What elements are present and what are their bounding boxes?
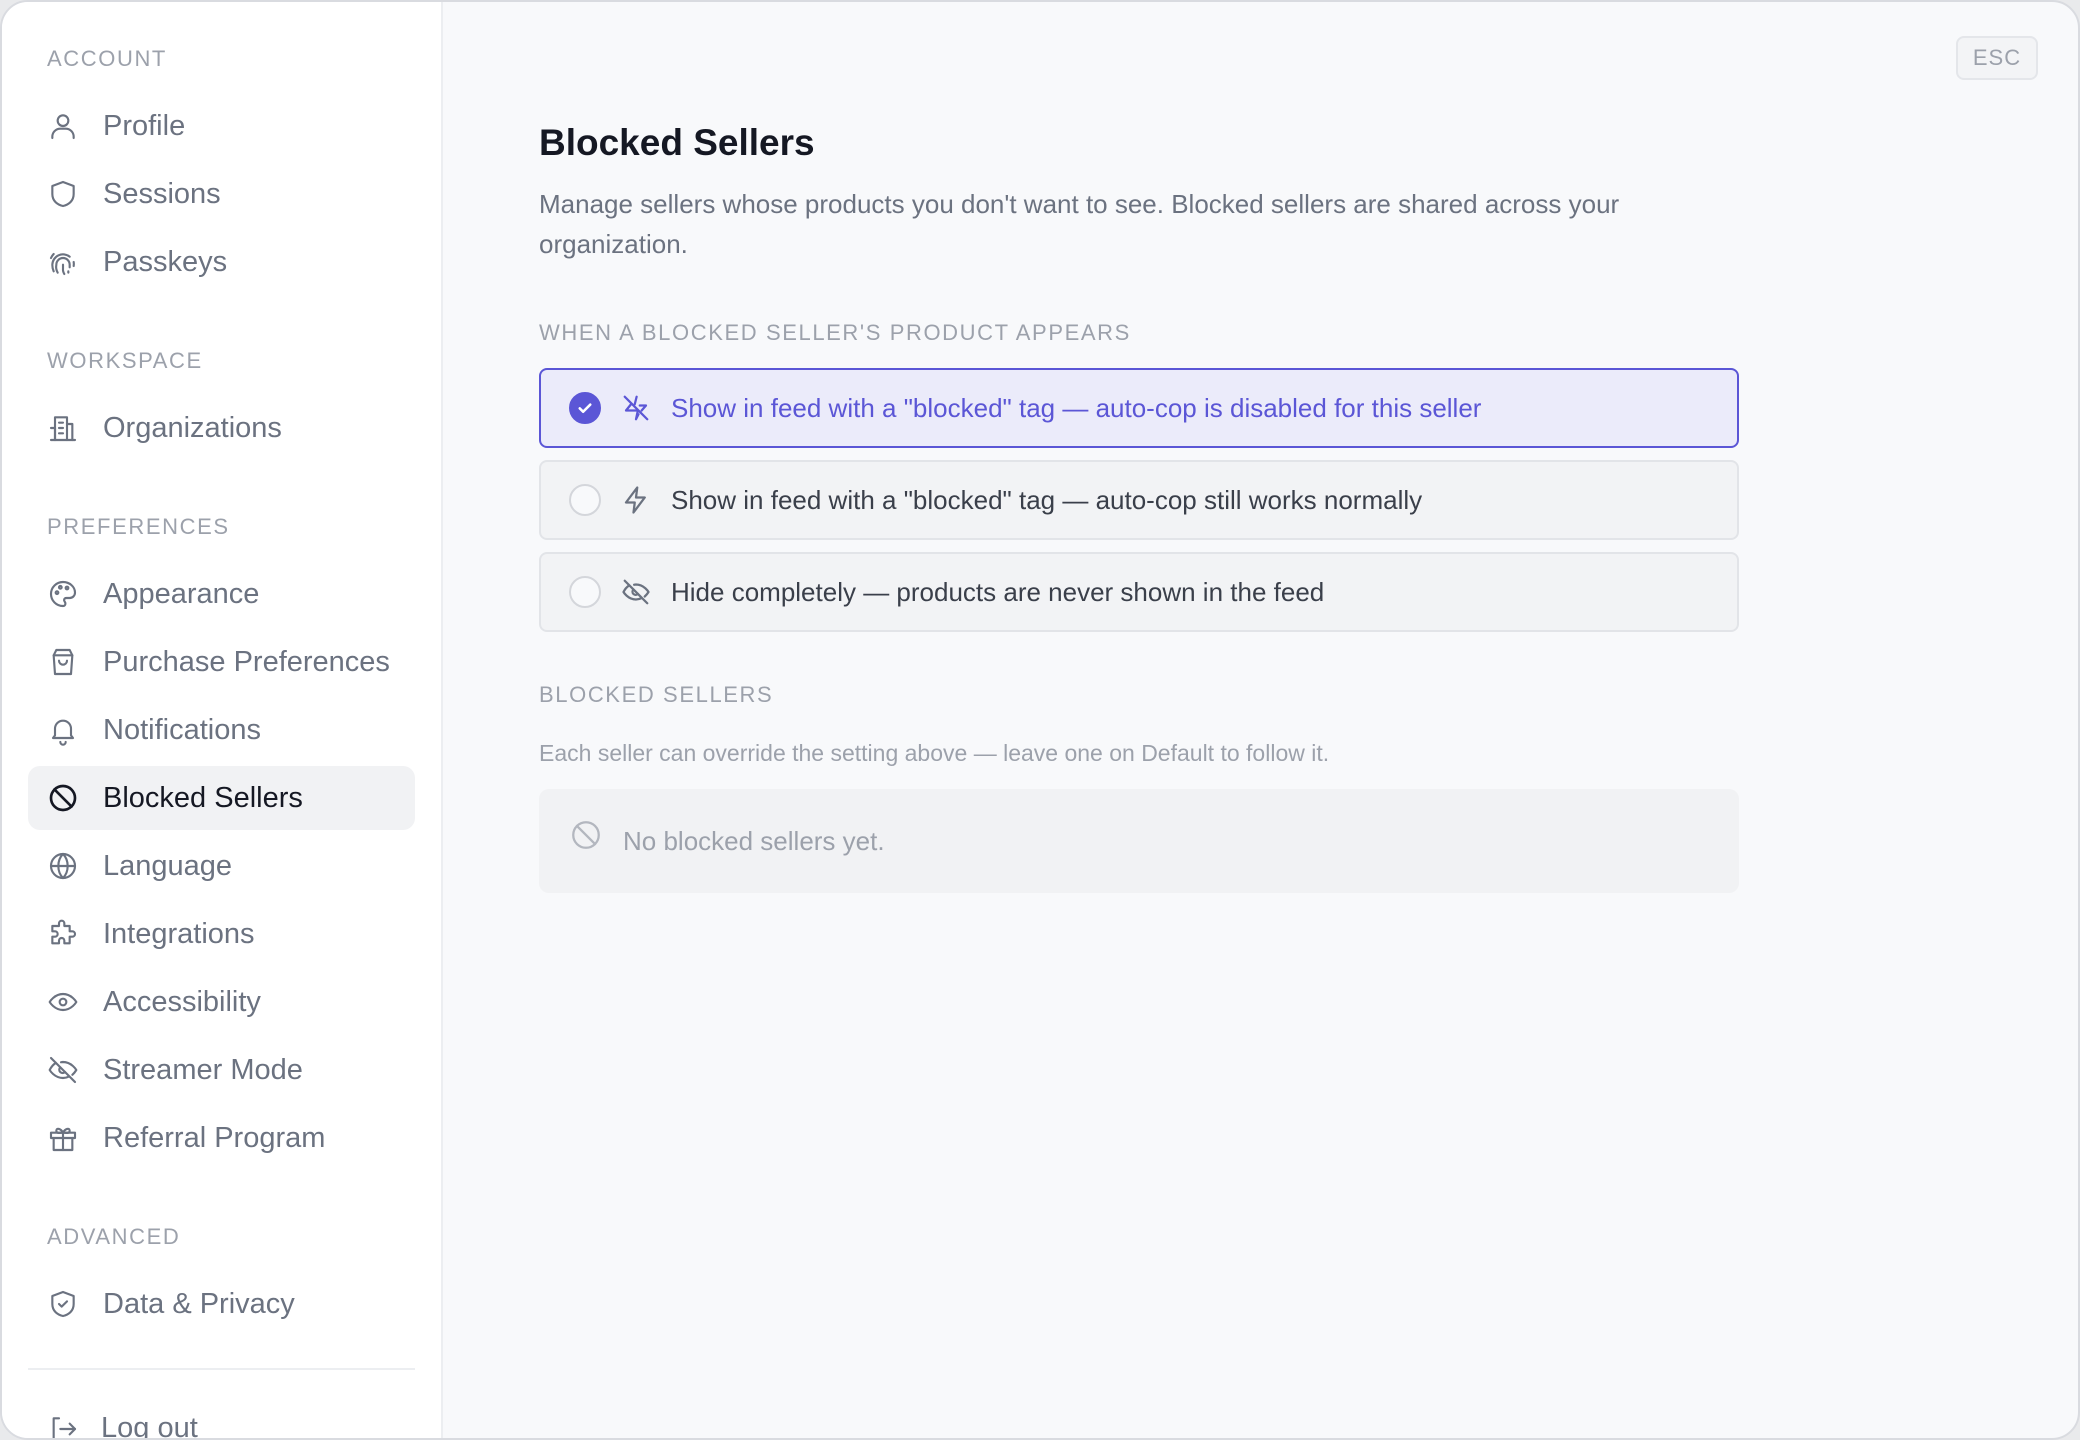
section-label-preferences: PREFERENCES	[47, 514, 230, 539]
sidebar-item-label: Streamer Mode	[103, 1053, 303, 1086]
logout-label: Log out	[101, 1412, 198, 1440]
sidebar-item-label: Organizations	[103, 411, 282, 444]
sidebar-item-profile[interactable]: Profile	[28, 94, 415, 158]
sidebar-item-label: Passkeys	[103, 245, 228, 278]
user-icon	[51, 114, 75, 140]
sidebar-item-notifications[interactable]: Notifications	[28, 698, 415, 762]
sidebar-item-organizations[interactable]: Organizations	[28, 396, 415, 460]
sidebar-item-passkeys[interactable]: Passkeys	[28, 230, 415, 294]
esc-close-button[interactable]: ESC	[1956, 36, 2038, 80]
behavior-section-label: WHEN A BLOCKED SELLER'S PRODUCT APPEARS	[539, 320, 1131, 345]
radio-unchecked[interactable]	[569, 576, 601, 608]
sidebar-item-label: Data & Privacy	[103, 1287, 295, 1320]
sidebar-item-label: Profile	[103, 109, 186, 142]
bell-icon	[51, 719, 75, 746]
sidebar-item-appearance[interactable]: Appearance	[28, 562, 415, 626]
section-label-account: ACCOUNT	[47, 46, 167, 71]
shield-check-icon	[51, 1290, 75, 1318]
settings-sidebar: ACCOUNT Profile Sessions Passkeys WORKSP…	[2, 2, 443, 1438]
ban-icon	[572, 821, 600, 849]
eye-off-icon	[622, 579, 650, 605]
zap-off-icon	[623, 395, 649, 421]
option-label: Show in feed with a "blocked" tag — auto…	[671, 392, 1482, 423]
eye-off-icon	[48, 1056, 78, 1084]
logout-button[interactable]: Log out	[47, 1412, 198, 1440]
palette-icon	[49, 580, 77, 608]
page-title: Blocked Sellers	[539, 122, 815, 163]
blocked-sellers-panel: Blocked Sellers Manage sellers whose pro…	[539, 122, 1739, 893]
radio-checked[interactable]	[569, 392, 601, 424]
sidebar-divider	[28, 1368, 415, 1370]
globe-icon	[49, 852, 77, 880]
sidebar-item-purchase-preferences[interactable]: Purchase Preferences	[28, 630, 415, 694]
section-label-advanced: ADVANCED	[47, 1224, 181, 1249]
shield-icon	[51, 180, 75, 208]
zap-icon	[624, 486, 646, 514]
sidebar-item-label: Notifications	[103, 713, 261, 746]
empty-state: No blocked sellers yet.	[539, 789, 1739, 893]
blocked-list-hint: Each seller can override the setting abo…	[539, 740, 1330, 766]
radio-unchecked[interactable]	[569, 484, 601, 516]
puzzle-icon	[51, 919, 76, 945]
sidebar-item-language[interactable]: Language	[28, 834, 415, 898]
gift-icon	[49, 1127, 77, 1152]
sidebar-item-label: Blocked Sellers	[103, 781, 303, 814]
sidebar-item-blocked-sellers[interactable]: Blocked Sellers	[28, 766, 415, 830]
sidebar-item-accessibility[interactable]: Accessibility	[28, 970, 415, 1034]
empty-state-text: No blocked sellers yet.	[623, 825, 885, 856]
check-icon	[578, 403, 592, 414]
option-show-autocop-disabled[interactable]: Show in feed with a "blocked" tag — auto…	[539, 368, 1739, 448]
option-show-autocop-normal[interactable]: Show in feed with a "blocked" tag — auto…	[539, 460, 1739, 540]
settings-window: ACCOUNT Profile Sessions Passkeys WORKSP…	[0, 0, 2080, 1440]
sidebar-item-data-privacy[interactable]: Data & Privacy	[28, 1272, 415, 1336]
settings-main: ESC Blocked Sellers Manage sellers whose…	[443, 2, 2078, 1438]
sidebar-item-label: Accessibility	[103, 985, 261, 1018]
sidebar-item-label: Appearance	[103, 577, 260, 610]
ban-icon	[49, 784, 77, 812]
option-hide-completely[interactable]: Hide completely — products are never sho…	[539, 552, 1739, 632]
logout-icon	[52, 1416, 77, 1438]
behavior-options: Show in feed with a "blocked" tag — auto…	[539, 368, 1739, 632]
eye-icon	[48, 992, 78, 1012]
sidebar-item-label: Language	[103, 849, 233, 882]
fingerprint-icon	[49, 252, 75, 276]
sidebar-item-integrations[interactable]: Integrations	[28, 902, 415, 966]
sidebar-item-sessions[interactable]: Sessions	[28, 162, 415, 226]
blocked-list-label: BLOCKED SELLERS	[539, 682, 774, 707]
sidebar-item-referral-program[interactable]: Referral Program	[28, 1106, 415, 1170]
option-label: Show in feed with a "blocked" tag — auto…	[671, 484, 1423, 515]
shopping-bag-icon	[52, 648, 74, 676]
sidebar-item-label: Purchase Preferences	[103, 645, 390, 678]
sidebar-item-label: Referral Program	[103, 1121, 326, 1154]
page-description: Manage sellers whose products you don't …	[539, 189, 1620, 259]
section-label-workspace: WORKSPACE	[47, 348, 203, 373]
sidebar-item-label: Sessions	[103, 177, 221, 210]
sidebar-item-streamer-mode[interactable]: Streamer Mode	[28, 1038, 415, 1102]
sidebar-item-label: Integrations	[103, 917, 255, 950]
building-icon	[49, 416, 77, 442]
option-label: Hide completely — products are never sho…	[671, 576, 1325, 607]
